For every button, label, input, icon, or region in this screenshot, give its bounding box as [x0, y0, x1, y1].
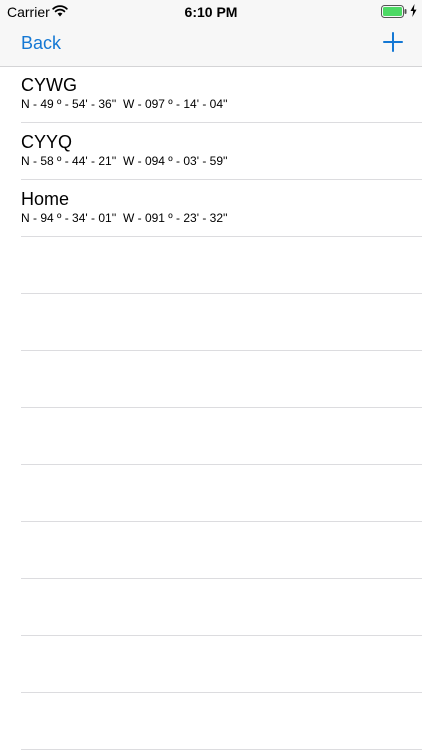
location-row-home[interactable]: Home N - 94 º - 34' - 01'' W - 091 º - 2… [0, 180, 422, 237]
location-name: CYYQ [21, 132, 73, 152]
battery-icon [381, 5, 407, 18]
location-coordinates: N - 94 º - 34' - 01'' W - 091 º - 23' - … [21, 211, 228, 225]
location-name: Home [21, 189, 70, 209]
location-list: CYWG N - 49 º - 54' - 36'' W - 097 º - 1… [0, 66, 422, 750]
navigation-bar: Back [0, 24, 422, 67]
empty-row [0, 465, 422, 522]
back-button[interactable]: Back [21, 33, 61, 54]
empty-row [0, 522, 422, 579]
empty-row [0, 237, 422, 294]
location-row-cyyq[interactable]: CYYQ N - 58 º - 44' - 21'' W - 094 º - 0… [0, 123, 422, 180]
location-coordinates: N - 58 º - 44' - 21'' W - 094 º - 03' - … [21, 154, 228, 168]
empty-row [0, 408, 422, 465]
location-coordinates: N - 49 º - 54' - 36'' W - 097 º - 14' - … [21, 97, 228, 111]
empty-row [0, 351, 422, 408]
status-bar: Carrier 6:10 PM [0, 0, 422, 24]
location-row-cywg[interactable]: CYWG N - 49 º - 54' - 36'' W - 097 º - 1… [0, 66, 422, 123]
empty-row [0, 693, 422, 750]
empty-row [0, 636, 422, 693]
empty-row [0, 294, 422, 351]
charging-bolt-icon [410, 4, 417, 17]
status-time: 6:10 PM [184, 4, 238, 20]
empty-row [0, 579, 422, 636]
location-name: CYWG [21, 75, 77, 95]
plus-icon[interactable] [382, 31, 404, 53]
